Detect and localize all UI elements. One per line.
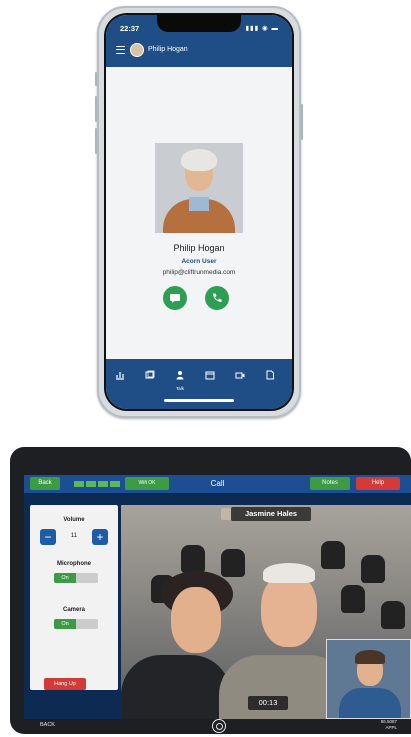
remote-video: Jasmine Hales 00:13 (121, 505, 411, 719)
call-button[interactable] (205, 286, 229, 310)
phone-volume-up (95, 96, 97, 122)
tab-calendar[interactable] (202, 367, 218, 383)
home-indicator[interactable] (164, 399, 234, 402)
phone-icon (213, 293, 222, 302)
photo-collar (189, 197, 209, 211)
tab-gallery[interactable] (142, 367, 158, 383)
help-button[interactable]: Help (356, 477, 400, 490)
message-button[interactable] (163, 286, 187, 310)
call-top-bar: Back Wifi OK Call Notes Help (24, 475, 411, 493)
home-logo-icon[interactable] (212, 719, 226, 733)
chair (221, 549, 245, 577)
header-avatar[interactable] (130, 43, 144, 57)
self-view-video[interactable] (326, 639, 411, 719)
contact-photo (155, 143, 243, 233)
video-icon (235, 372, 245, 379)
chair (361, 555, 385, 583)
status-time: 22:37 (120, 24, 140, 33)
self-view-body (339, 688, 401, 718)
notes-button[interactable]: Notes (310, 477, 350, 490)
chair (341, 585, 365, 613)
tab-documents[interactable] (262, 367, 278, 383)
volume-up-button[interactable]: + (92, 529, 108, 545)
call-controls-panel: Volume − 11 + Microphone On Camera On Ha… (30, 505, 118, 690)
document-icon (266, 370, 274, 380)
phone-notch (157, 15, 241, 32)
bottom-back-button[interactable]: BACK (40, 722, 55, 728)
chair (321, 541, 345, 569)
phone-header: 22:37 ▮▮▮ ◉ ▬ Philip Hogan (106, 15, 292, 67)
person-right-face (261, 573, 317, 647)
camera-on-state: On (54, 619, 76, 629)
camera-toggle[interactable]: On (54, 619, 98, 629)
remote-participant-name: Jasmine Hales (231, 507, 311, 521)
tab-video[interactable] (232, 367, 248, 383)
gallery-icon (145, 370, 155, 379)
volume-label: Volume (63, 517, 85, 523)
status-icons: ▮▮▮ ◉ ▬ (245, 25, 279, 32)
call-duration: 00:13 (248, 696, 288, 710)
photo-hair (181, 149, 217, 171)
hang-up-button[interactable]: Hang Up (44, 678, 86, 690)
chair (381, 601, 405, 629)
chair (181, 545, 205, 573)
microphone-toggle[interactable]: On (54, 573, 98, 583)
tablet-screen: Back Wifi OK Call Notes Help Volume − 11… (24, 475, 411, 719)
tablet-bottom-bar: BACK 86.5087 APPL (24, 719, 411, 734)
contact-name: Philip Hogan (173, 243, 225, 253)
microphone-on-state: On (54, 573, 76, 583)
chart-icon (116, 372, 124, 380)
hamburger-menu-icon[interactable] (116, 46, 125, 54)
person-icon (176, 371, 184, 380)
call-title: Call (210, 479, 225, 488)
person-left-face (171, 587, 221, 653)
phone-screen: 22:37 ▮▮▮ ◉ ▬ Philip Hogan Philip Hogan … (106, 15, 292, 409)
tab-talk[interactable]: Talk (172, 367, 188, 391)
phone-device: 22:37 ▮▮▮ ◉ ▬ Philip Hogan Philip Hogan … (95, 6, 303, 418)
person-right-hair (263, 563, 315, 583)
network-info: 86.5087 APPL (381, 719, 397, 731)
phone-mute-switch (95, 72, 97, 86)
phone-bezel: 22:37 ▮▮▮ ◉ ▬ Philip Hogan Philip Hogan … (104, 13, 294, 411)
phone-tab-bar: Talk (106, 359, 292, 409)
camera-label: Camera (62, 607, 85, 613)
phone-volume-down (95, 128, 97, 154)
phone-power-button (301, 104, 303, 140)
contact-email: philip@cliftrunmedia.com (162, 269, 236, 276)
header-title: Philip Hogan (148, 46, 188, 53)
tab-stats[interactable] (112, 367, 128, 383)
calendar-icon (205, 371, 215, 380)
person-left-body (121, 655, 231, 719)
tablet-device: Back Wifi OK Call Notes Help Volume − 11… (10, 447, 411, 734)
microphone-label: Microphone (57, 561, 91, 567)
tab-talk-label: Talk (175, 386, 184, 391)
contact-role: Acorn User (181, 258, 217, 265)
network-line-2: APPL (385, 725, 397, 730)
self-view-hair (355, 650, 385, 664)
message-icon (170, 294, 180, 303)
